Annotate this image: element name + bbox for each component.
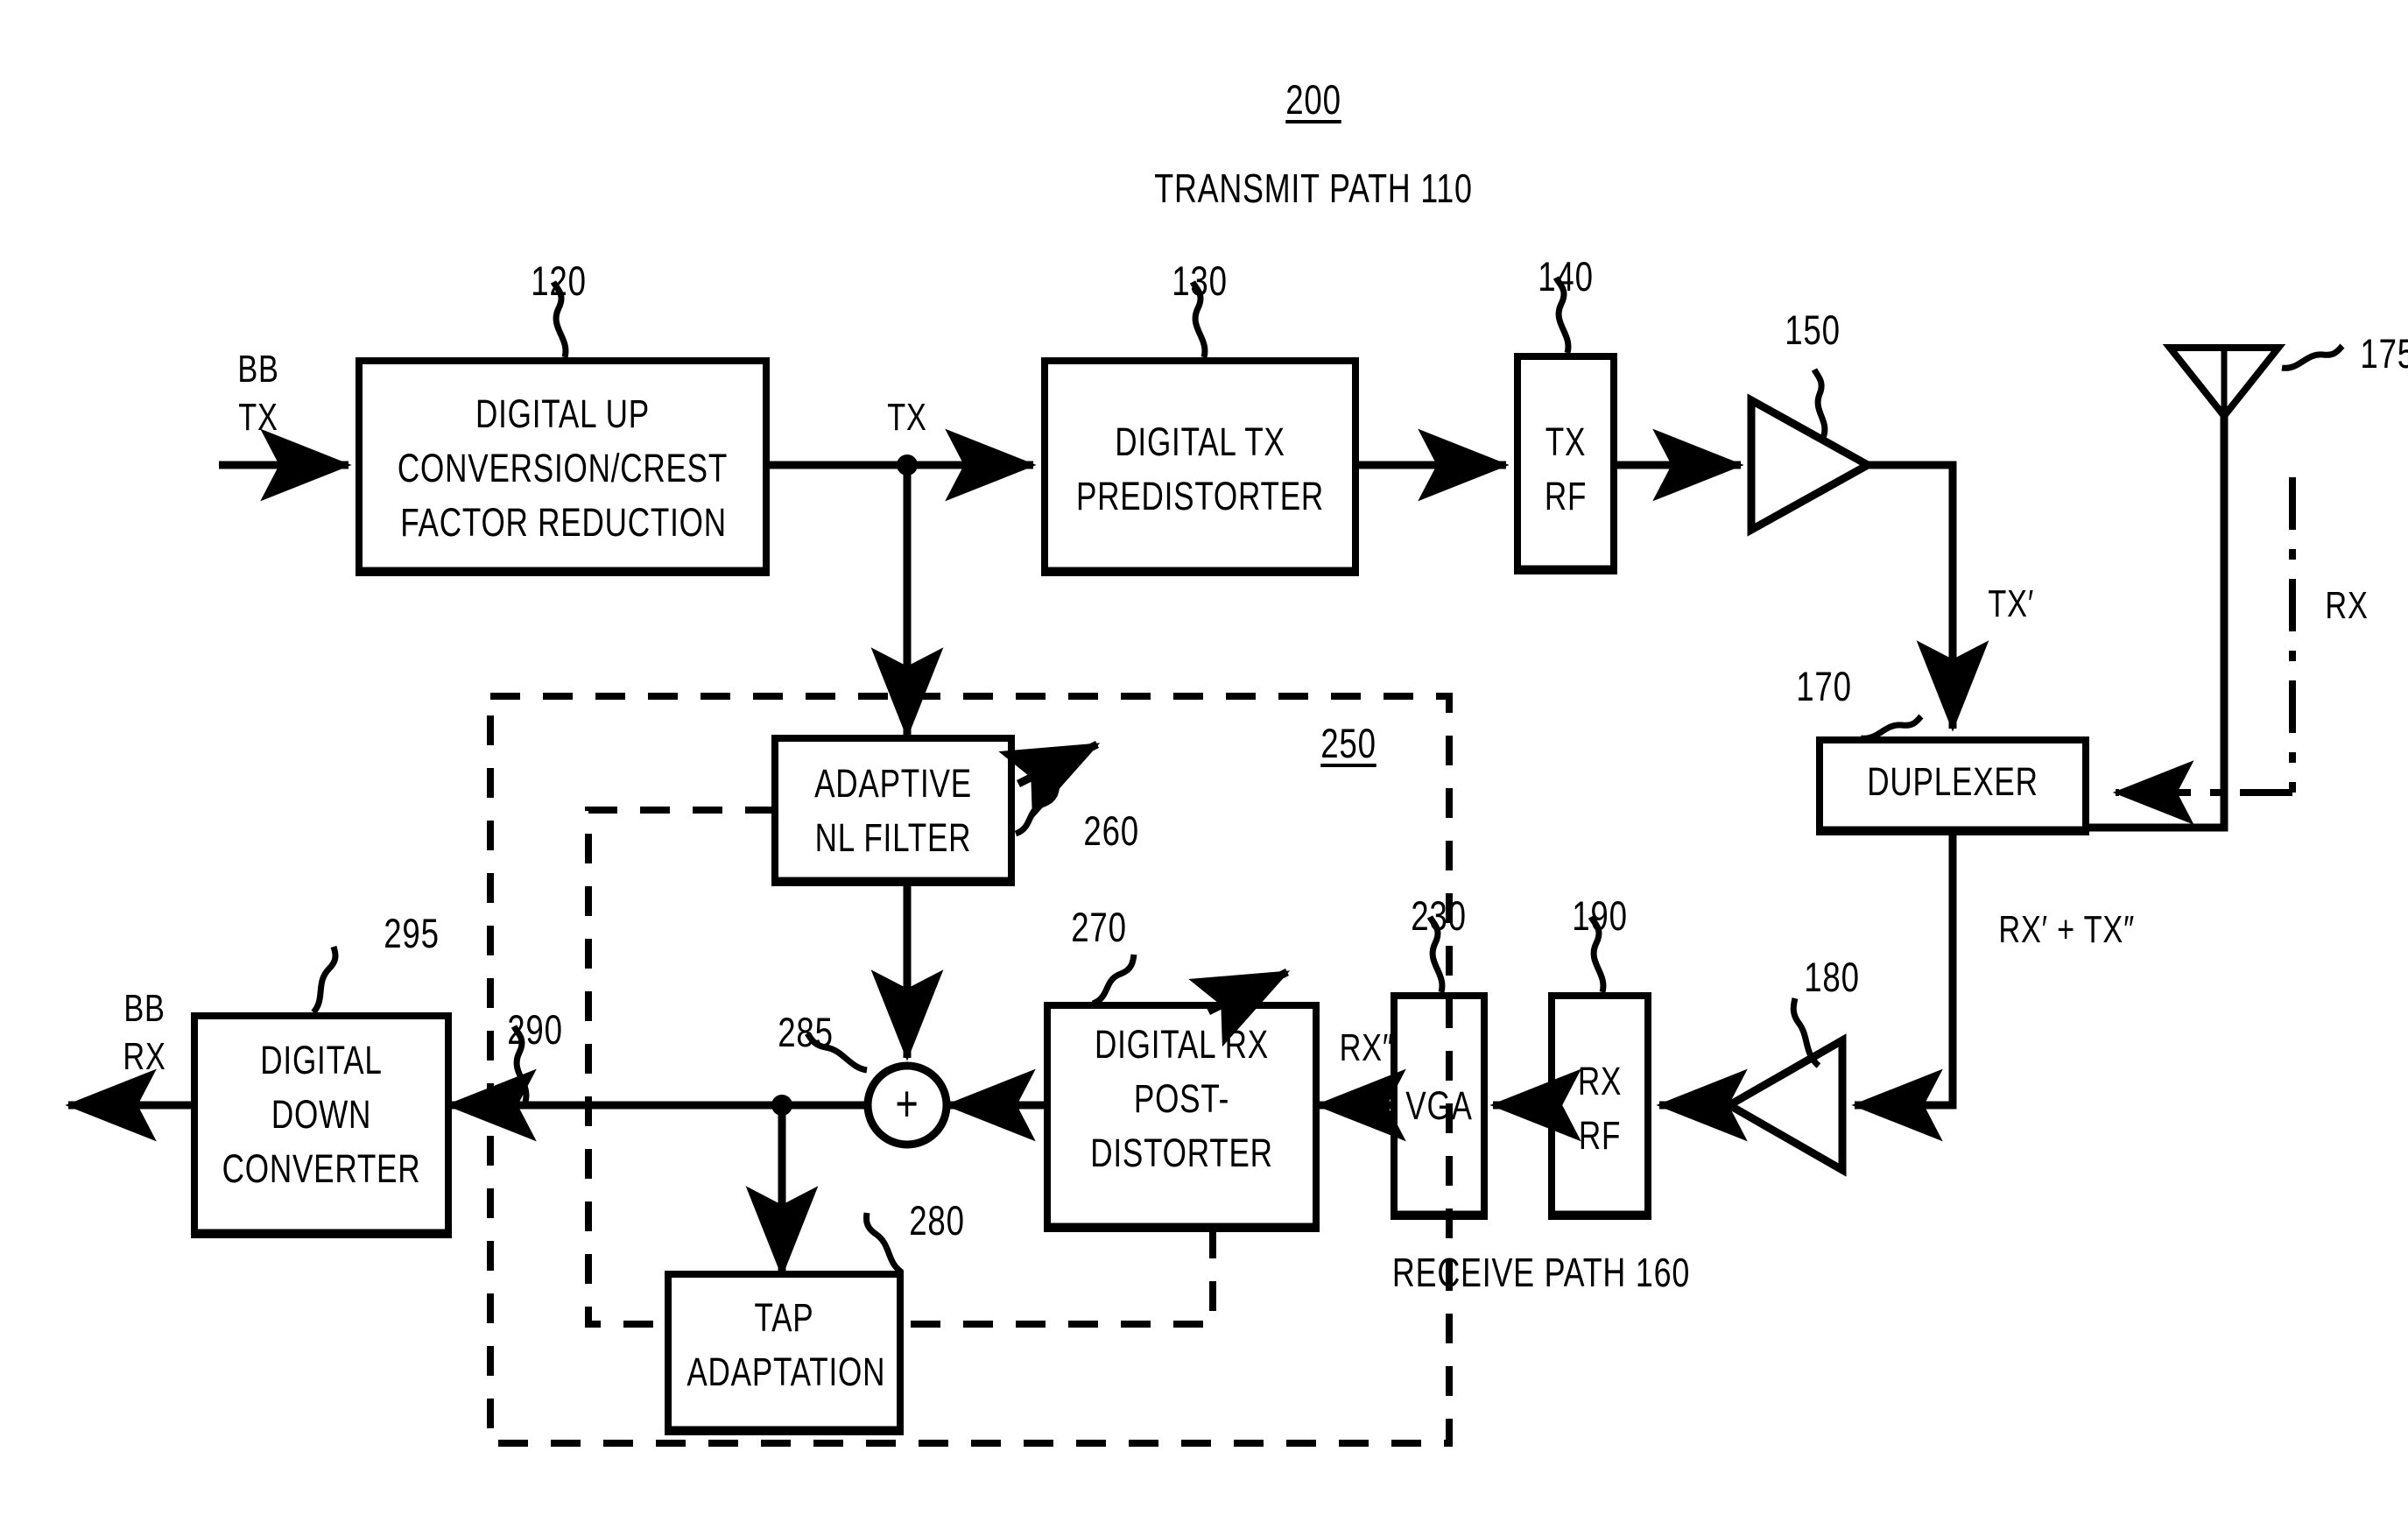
block-120-line2: CONVERSION/CREST [397, 446, 729, 490]
figure-canvas: 200 TRANSMIT PATH 110 RECEIVE PATH 160 B… [0, 0, 2408, 1515]
ref-130: 130 [1172, 257, 1228, 304]
block-280-line2: ADAPTATION [686, 1349, 886, 1394]
receive-path-label: RECEIVE PATH 160 [1391, 1250, 1691, 1295]
block-190-line1: RX [1577, 1059, 1623, 1103]
block-190-rect [1548, 992, 1651, 1220]
ref-150: 150 [1785, 307, 1841, 353]
signal-label-bb-tx-line1: BB [237, 348, 279, 391]
signal-label-rx-dprime: RX″ [1339, 1026, 1394, 1069]
signal-label-bb-rx-line2: RX [123, 1035, 166, 1078]
signal-label-tx: TX [887, 396, 927, 439]
ref-280: 280 [909, 1197, 965, 1244]
pa-triangle-150 [1747, 393, 1876, 537]
signal-label-tx-prime: TX′ [1988, 582, 2035, 625]
block-260-line1: ADAPTIVE [814, 761, 972, 806]
block-270-line3: DISTORTER [1090, 1131, 1273, 1175]
ref-230: 230 [1411, 892, 1467, 939]
diagram-vector-layer [65, 276, 2345, 1447]
ref-295: 295 [384, 910, 440, 956]
block-120-line3: FACTOR REDUCTION [400, 500, 727, 545]
ref-170: 170 [1796, 663, 1852, 709]
block-260-line2: NL FILTER [814, 815, 972, 860]
ref-290: 290 [507, 1006, 563, 1053]
block-170-label: DUPLEXER [1867, 759, 2038, 804]
block-270-line1: DIGITAL RX [1095, 1022, 1269, 1067]
block-190-line2: RF [1578, 1113, 1622, 1158]
block-295-line1: DIGITAL [260, 1038, 383, 1082]
dashed-feedback-nlfilter [585, 807, 775, 1328]
antenna-feed-line [2086, 416, 2228, 832]
ref-270: 270 [1071, 904, 1127, 950]
ref-190: 190 [1572, 892, 1628, 939]
block-295-line3: CONVERTER [222, 1146, 421, 1191]
block-280-line1: TAP [754, 1295, 814, 1340]
wire-pa-to-duplexer [1868, 461, 1989, 732]
wire-duplexer-to-lna [1909, 832, 1957, 1110]
figure-number: 200 [1285, 76, 1341, 123]
ref-140: 140 [1538, 253, 1594, 299]
signal-label-bb-rx-line1: BB [123, 987, 165, 1030]
block-270-line2: POST- [1133, 1076, 1230, 1121]
ref-180: 180 [1804, 954, 1860, 1000]
ref-285: 285 [778, 1009, 834, 1055]
block-140-line2: RF [1544, 474, 1588, 518]
signal-label-bb-tx-line2: TX [238, 396, 278, 439]
block-130-rect [1041, 357, 1359, 576]
signal-label-rx: RX [2325, 584, 2369, 627]
signal-label-rxp-txpp: RX′ + TX″ [1998, 908, 2136, 951]
block-130-line2: PREDISTORTER [1075, 474, 1325, 518]
ref-120: 120 [531, 257, 587, 304]
summer-plus-symbol: + [895, 1075, 919, 1132]
ref-175: 175 [2360, 330, 2408, 377]
nlfilter-adapt-arrow [998, 740, 1101, 820]
block-120-line1: DIGITAL UP [475, 391, 650, 436]
ref-250: 250 [1320, 720, 1377, 766]
block-230-label: VGA [1405, 1083, 1473, 1128]
block-260-rect [771, 735, 1015, 886]
lna-triangle-180 [1721, 1033, 1847, 1177]
block-140-line1: TX [1545, 419, 1587, 464]
block-295-line2: DOWN [271, 1092, 372, 1137]
ref-260: 260 [1083, 807, 1139, 854]
transmit-path-label: TRANSMIT PATH 110 [1154, 166, 1473, 211]
block-130-line1: DIGITAL TX [1115, 419, 1285, 464]
